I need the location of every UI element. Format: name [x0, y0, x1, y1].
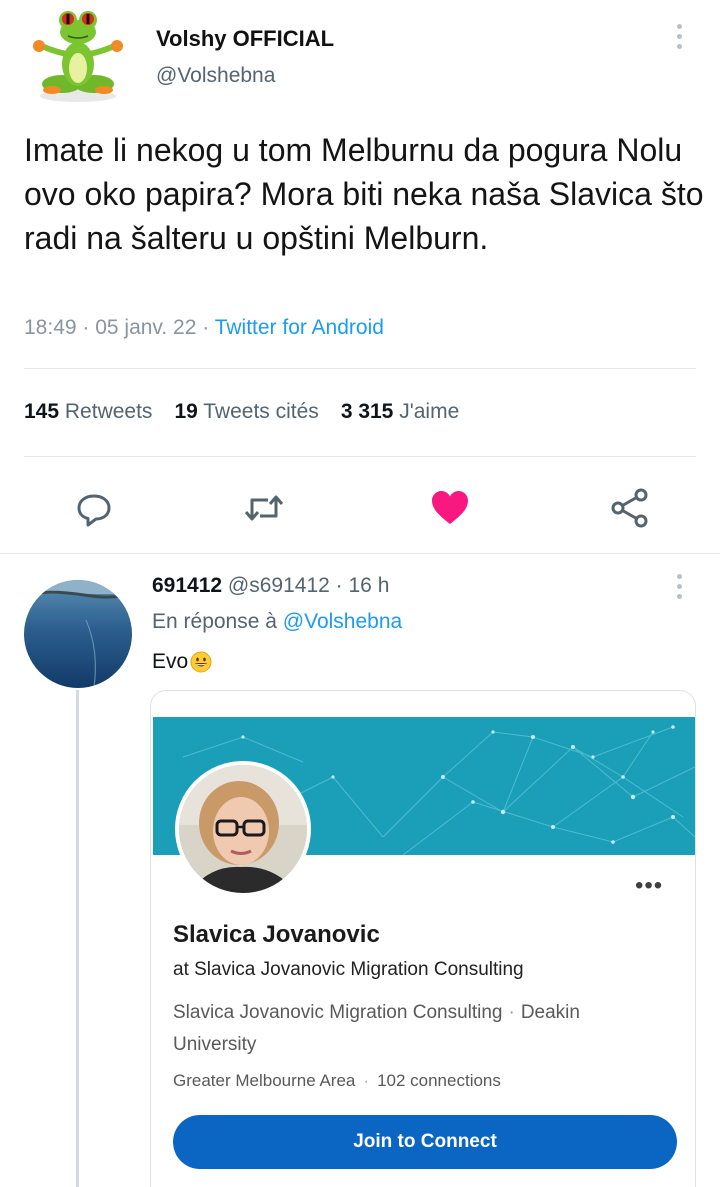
reply-icon — [77, 494, 111, 527]
profile-photo[interactable] — [175, 761, 311, 897]
reply-text-row: Evo — [152, 650, 212, 674]
retweets-stat[interactable]: 145 Retweets — [24, 400, 152, 423]
tweet-source-link[interactable]: Twitter for Android — [215, 316, 384, 339]
reply-text: Evo — [152, 650, 189, 673]
more-options-icon[interactable] — [677, 24, 685, 54]
quotes-label: Tweets cités — [203, 400, 319, 423]
author-name[interactable]: Volshy OFFICIAL — [156, 26, 334, 52]
author-avatar[interactable] — [22, 2, 134, 106]
reply-prefix: En réponse à — [152, 610, 277, 633]
reply-mention-link[interactable]: @Volshebna — [283, 610, 402, 633]
grinning-face-icon — [190, 651, 212, 673]
likes-label: J'aime — [399, 400, 460, 423]
card-more-icon[interactable]: ••• — [635, 874, 663, 898]
divider — [24, 456, 696, 457]
tweet-time: 18:49 · 05 janv. 22 · — [24, 316, 215, 339]
profile-affiliations: Slavica Jovanovic Migration Consulting · D… — [173, 997, 653, 1061]
reply-button[interactable] — [72, 486, 116, 530]
quotes-stat[interactable]: 19 Tweets cités — [174, 400, 318, 423]
likes-stat[interactable]: 3 315 J'aime — [341, 400, 459, 423]
retweet-button[interactable] — [242, 486, 286, 530]
share-button[interactable] — [608, 486, 652, 530]
profile-company: Slavica Jovanovic Migration Consulting — [173, 1002, 503, 1023]
tweet-meta: 18:49 · 05 janv. 22 · Twitter for Androi… — [24, 316, 384, 340]
retweet-icon — [244, 495, 284, 521]
separator: · — [363, 1071, 370, 1090]
thread-line — [76, 690, 79, 1187]
reply-author-name[interactable]: 691412 — [152, 574, 222, 597]
divider — [0, 553, 720, 554]
retweets-label: Retweets — [64, 400, 153, 423]
profile-headline: at Slavica Jovanovic Migration Consultin… — [173, 959, 524, 980]
like-button[interactable] — [428, 486, 472, 530]
replying-to: En réponse à @Volshebna — [152, 610, 402, 634]
linkedin-preview-card[interactable]: ••• Slavica Jovanovic at Slavica Jovanov… — [150, 690, 696, 1187]
separator: · — [508, 1002, 515, 1023]
reply-header: 691412 @s691412 · 16 h — [152, 574, 389, 598]
divider — [24, 368, 696, 369]
profile-location: Greater Melbourne Area — [173, 1071, 356, 1090]
reply-author-avatar[interactable] — [24, 580, 132, 688]
likes-count: 3 315 — [340, 400, 394, 423]
tweet-stats: 145 Retweets 19 Tweets cités 3 315 J'aime — [24, 400, 459, 424]
quotes-count: 19 — [174, 400, 198, 423]
author-handle[interactable]: @Volshebna — [156, 64, 275, 88]
reply-time: · 16 h — [335, 574, 390, 597]
share-icon — [611, 488, 648, 528]
join-to-connect-button[interactable]: Join to Connect — [173, 1115, 677, 1169]
profile-location-row: Greater Melbourne Area · 102 connections — [173, 1071, 501, 1091]
tweet-text: Imate li nekog u tom Melburnu da pogura … — [24, 132, 704, 256]
reply-more-options-icon[interactable] — [677, 574, 685, 604]
reply-author-handle[interactable]: @s691412 — [228, 574, 330, 597]
retweets-count: 145 — [24, 400, 60, 423]
heart-icon — [432, 491, 468, 524]
profile-connections: 102 connections — [377, 1071, 501, 1090]
profile-name[interactable]: Slavica Jovanovic — [173, 921, 380, 949]
